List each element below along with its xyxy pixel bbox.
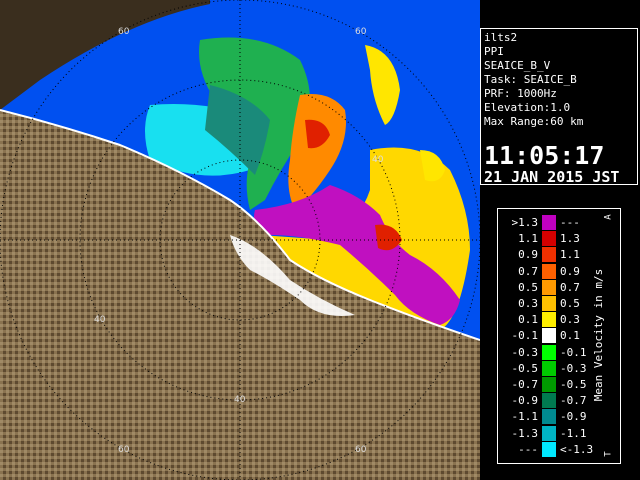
legend-color-swatch [542,393,556,409]
legend-row-upper-label: -0.9 [560,410,587,424]
legend-row: -1.1 -0.9 [498,409,598,425]
legend-row-lower-label: -1.3 [511,426,539,440]
legend-row-upper-label: -0.5 [560,378,587,391]
legend-row-lower-label: -0.5 [511,361,539,375]
legend-color-swatch [542,328,556,344]
elevation-value: Elevation:1.0 [484,101,571,114]
legend-color-swatch [542,231,556,247]
legend-row: 0.9 1.1 [498,247,598,263]
legend-row: -0.1 0.1 [498,328,598,344]
legend-row-lower-label: --- [518,442,538,456]
scan-time: 11:05:17 [484,141,605,170]
legend-color-swatch [542,296,556,311]
product-name: SEAICE_B_V [484,59,551,72]
legend-color-swatch [542,263,556,279]
legend-row-lower-label: -0.1 [511,329,539,343]
range-label-bottom: 40 [234,395,246,405]
legend-row-upper-label: --- [560,216,580,229]
legend-row-upper-label: 0.1 [560,329,580,343]
scan-date: 21 JAN 2015 JST [484,168,620,186]
legend-row-lower-label: 0.1 [518,313,538,327]
legend-corner-bottom: T [603,451,614,457]
legend-color-swatch [542,360,556,376]
legend-row: >1.3 --- [498,215,598,230]
legend-row: -1.3 -1.1 [498,425,598,441]
legend-row-upper-label: 0.3 [560,313,580,327]
range-label-top-left: 60 [118,27,130,37]
prf-value: PRF: 1000Hz [484,87,557,100]
legend-row-lower-label: 0.5 [518,280,538,294]
legend-color-swatch [542,344,556,360]
legend-color-swatch [542,215,556,230]
range-label-bottom-right-60: 60 [355,445,367,455]
legend-row-upper-label: -0.1 [560,345,587,359]
legend-row-upper-label: 1.1 [560,248,580,262]
legend-row: 0.1 0.3 [498,312,598,328]
legend-row-lower-label: -0.7 [511,378,539,391]
range-label-left: 40 [94,315,106,325]
legend-row-upper-label: 1.3 [560,232,580,246]
legend-row-lower-label: 0.3 [518,297,538,310]
legend-corner-top: A [603,214,614,220]
range-label-top-center: 60 [355,27,367,37]
legend-row-upper-label: 0.9 [560,264,580,278]
legend-unit-label: Mean Velocity in m/s [592,268,605,402]
legend-row-upper-label: 0.5 [560,297,580,310]
legend-color-swatch [542,377,556,392]
legend-color-swatch [542,312,556,328]
scan-mode: PPI [484,45,504,58]
max-range-value: Max Range:60 km [484,115,584,128]
legend-row-upper-label: <-1.3 [560,442,594,456]
legend-row-lower-label: >1.3 [511,216,539,229]
legend-row-lower-label: 1.1 [518,232,538,246]
legend-row-upper-label: -0.3 [560,361,587,375]
velocity-legend: >1.3 --- 1.1 1.3 0.9 1.1 0.7 0.9 0.5 0.7 0.3 0.5 0.1… [497,208,621,464]
legend-color-swatch [542,425,556,441]
legend-color-swatch [542,279,556,295]
legend-color-swatch [542,247,556,263]
legend-row: 0.5 0.7 [498,279,598,295]
site-name: ilts2 [484,31,518,44]
legend-color-swatch [542,409,556,425]
legend-row-lower-label: -0.3 [511,345,539,359]
legend-row: 1.1 1.3 [498,231,598,247]
legend-row-lower-label: 0.9 [518,248,538,262]
legend-row: -0.9 -0.7 [498,393,598,409]
legend-row-upper-label: 0.7 [560,280,580,294]
range-label-right: 40 [372,155,384,165]
legend-row: -0.3 -0.1 [498,344,598,360]
legend-row-lower-label: -1.1 [511,410,539,424]
task-name: Task: SEAICE_B [484,73,577,86]
legend-row: 0.3 0.5 [498,296,598,311]
legend-color-swatch [542,441,556,457]
legend-row-lower-label: -0.9 [511,394,539,408]
legend-row-upper-label: -1.1 [560,426,587,440]
legend-row-upper-label: -0.7 [560,394,587,408]
info-panel: ilts2 PPI SEAICE_B_V Task: SEAICE_B PRF:… [480,28,638,185]
range-label-bottom-60: 60 [118,445,130,455]
legend-row: --- <-1.3 [498,441,598,457]
legend-row: 0.7 0.9 [498,263,598,279]
legend-row: -0.7 -0.5 [498,377,598,392]
legend-row: -0.5 -0.3 [498,360,598,376]
legend-row-lower-label: 0.7 [518,264,538,278]
